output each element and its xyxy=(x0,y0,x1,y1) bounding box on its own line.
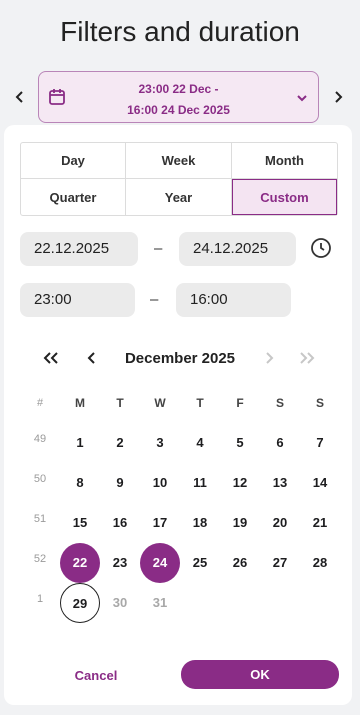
range-summary-line2: 16:00 24 Dec 2025 xyxy=(127,103,230,117)
last-month-icon[interactable] xyxy=(298,345,316,373)
day-cell[interactable]: 11 xyxy=(180,463,220,503)
day-cell[interactable]: 4 xyxy=(180,423,220,463)
day-cell[interactable]: 23 xyxy=(100,543,140,583)
day-cell[interactable]: 1 xyxy=(60,423,100,463)
cancel-button[interactable]: Cancel xyxy=(58,664,134,688)
ok-button[interactable]: OK xyxy=(181,660,339,689)
segment-quarter[interactable]: Quarter xyxy=(21,179,126,215)
range-summary-line1: 23:00 22 Dec - xyxy=(138,82,219,96)
day-cell[interactable]: 7 xyxy=(300,423,340,463)
day-cell[interactable]: 27 xyxy=(260,543,300,583)
day-cell[interactable]: 19 xyxy=(220,503,260,543)
chevron-left-icon[interactable] xyxy=(10,86,30,110)
time-dash: – xyxy=(150,291,159,308)
day-cell[interactable]: 5 xyxy=(220,423,260,463)
weekday-header: S xyxy=(315,396,324,410)
day-cell[interactable]: 20 xyxy=(260,503,300,543)
day-cell[interactable]: 13 xyxy=(260,463,300,503)
weekday-header: M xyxy=(75,396,85,410)
range-summary: 23:00 22 Dec - 16:00 24 Dec 2025 xyxy=(79,79,278,121)
end-date-field[interactable]: 24.12.2025 xyxy=(179,232,296,266)
today-day-cell[interactable]: 29 xyxy=(60,583,100,623)
weekday-header: W xyxy=(154,396,166,410)
week-number: 1 xyxy=(36,593,44,605)
day-cell[interactable]: 16 xyxy=(100,503,140,543)
day-cell[interactable]: 2 xyxy=(100,423,140,463)
day-cell[interactable]: 31 xyxy=(140,583,180,623)
selected-day-cell[interactable]: 24 xyxy=(140,543,180,583)
segment-day[interactable]: Day xyxy=(21,143,126,179)
week-number: 52 xyxy=(33,553,47,565)
month-label: December 2025 xyxy=(124,350,236,367)
day-cell[interactable]: 12 xyxy=(220,463,260,503)
day-cell[interactable]: 8 xyxy=(60,463,100,503)
day-cell[interactable]: 10 xyxy=(140,463,180,503)
week-number: 49 xyxy=(33,433,47,445)
start-time-field[interactable]: 23:00 xyxy=(20,283,135,317)
date-range-selector[interactable]: 23:00 22 Dec - 16:00 24 Dec 2025 xyxy=(38,71,319,123)
segment-year[interactable]: Year xyxy=(126,179,232,215)
week-number: 50 xyxy=(33,473,47,485)
selected-day-cell[interactable]: 22 xyxy=(60,543,100,583)
duration-segmented-control: Day Week Month Quarter Year Custom xyxy=(20,142,338,216)
day-cell[interactable]: 3 xyxy=(140,423,180,463)
day-cell[interactable]: 15 xyxy=(60,503,100,543)
day-cell[interactable]: 28 xyxy=(300,543,340,583)
calendar-icon xyxy=(48,88,66,111)
day-cell[interactable]: 25 xyxy=(180,543,220,583)
day-cell[interactable]: 17 xyxy=(140,503,180,543)
day-cell[interactable]: 30 xyxy=(100,583,140,623)
day-cell[interactable]: 6 xyxy=(260,423,300,463)
next-month-icon[interactable] xyxy=(263,345,275,373)
segment-month[interactable]: Month xyxy=(232,143,337,179)
day-cell[interactable]: 18 xyxy=(180,503,220,543)
start-date-field[interactable]: 22.12.2025 xyxy=(20,232,138,266)
chevron-right-icon[interactable] xyxy=(328,86,348,110)
end-time-field[interactable]: 16:00 xyxy=(176,283,291,317)
clock-icon[interactable] xyxy=(310,237,332,264)
week-number-header: # xyxy=(36,397,44,409)
day-cell[interactable]: 14 xyxy=(300,463,340,503)
page-title: Filters and duration xyxy=(60,16,300,47)
weekday-header: T xyxy=(116,396,124,410)
chevron-down-icon[interactable] xyxy=(296,90,308,108)
day-cell[interactable]: 21 xyxy=(300,503,340,543)
week-number: 51 xyxy=(33,513,47,525)
weekday-header: F xyxy=(236,396,244,410)
date-dash: – xyxy=(154,240,163,257)
segment-custom[interactable]: Custom xyxy=(232,179,337,215)
day-cell[interactable]: 26 xyxy=(220,543,260,583)
weekday-header: S xyxy=(275,396,284,410)
month-navigation: December 2025 xyxy=(20,345,340,375)
segment-week[interactable]: Week xyxy=(126,143,232,179)
weekday-header: T xyxy=(196,396,204,410)
day-cell[interactable]: 9 xyxy=(100,463,140,503)
